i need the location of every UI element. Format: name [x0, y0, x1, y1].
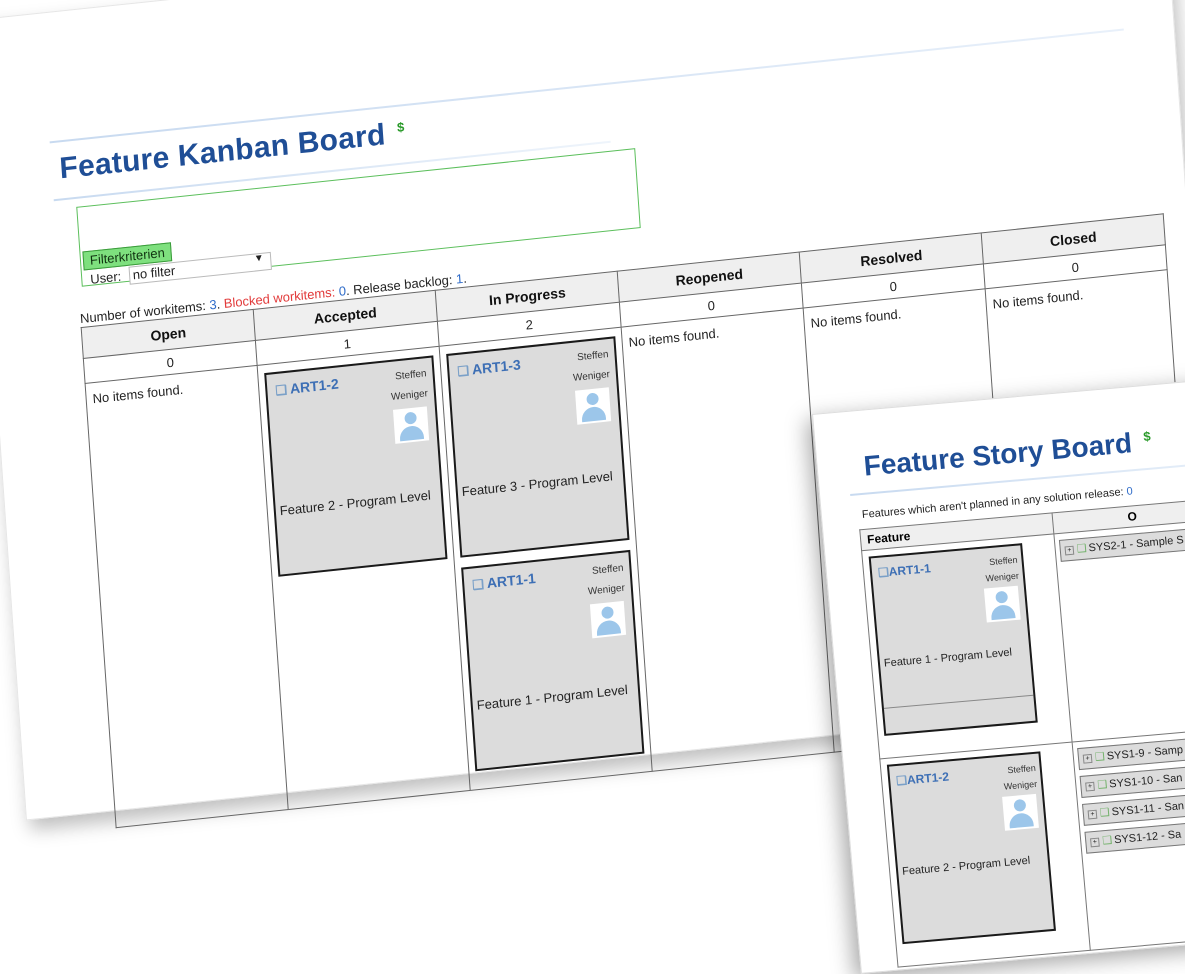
column-accepted: ❑ ART1-2 Steffen Weniger Feature 2 - Progr…: [257, 346, 471, 810]
empty-message: No items found.: [628, 325, 720, 350]
column-reopened: No items found.: [621, 307, 835, 772]
page-title-text: Feature Kanban Board: [58, 118, 387, 186]
stories-cell: + ❑SYS2-1 - Sample S: [1053, 520, 1185, 743]
feature-card[interactable]: ❑ART1-2 SteffenWeniger Feature 2 - Progr…: [264, 355, 448, 577]
avatar-icon: [574, 387, 612, 425]
cube-icon: ❑: [456, 362, 470, 379]
card-id[interactable]: ❑ART1-2: [275, 375, 340, 399]
empty-message: No items found.: [992, 287, 1084, 312]
cube-icon: ❑: [274, 381, 288, 399]
expand-icon[interactable]: +: [1082, 753, 1093, 764]
user-filter-value: no filter: [132, 262, 176, 283]
avatar-icon: [392, 406, 430, 444]
feature-card[interactable]: ❑ART1-1 SteffenWeniger Feature 1 - Progr…: [461, 549, 645, 772]
header-divider: [49, 28, 1124, 144]
story-board-page: Feature Story Board $ Features which aren…: [812, 368, 1185, 974]
card-owner: Steffen Weniger: [587, 562, 626, 598]
feature-cell: ❑ART1-2 Steffen Weniger Feature 2 - Progr…: [879, 742, 1091, 968]
cube-icon: ❑: [1096, 778, 1108, 792]
avatar-icon: [589, 600, 627, 639]
feature-cell: ❑ART1-1 Steffen Weniger Feature 1 - Progr…: [861, 533, 1073, 759]
card-owner: Steffen Weniger: [985, 554, 1020, 584]
refresh-icon[interactable]: $: [396, 119, 405, 135]
card-id[interactable]: ❑ART1-2: [896, 769, 950, 788]
unplanned-count-link[interactable]: 0: [1126, 485, 1133, 497]
expand-icon[interactable]: +: [1064, 545, 1075, 556]
story-item[interactable]: + ❑SYS2-1 - Sample S: [1058, 526, 1185, 562]
avatar-icon: [983, 585, 1021, 623]
empty-message: No items found.: [92, 381, 184, 407]
column-in-progress: ❑ ART1-3 Steffen Weniger Feature 3 - Progr…: [439, 327, 653, 791]
user-filter-label: User:: [89, 268, 122, 287]
card-title: Feature 2 - Program Level: [279, 487, 432, 519]
story-item[interactable]: + ❑SYS1-9 - Samp: [1077, 735, 1185, 771]
card-title: Feature 1 - Program Level: [476, 681, 629, 713]
feature-card[interactable]: ❑ ART1-3 Steffen Weniger Feature 3 - Progr…: [446, 336, 630, 558]
expand-icon[interactable]: +: [1090, 837, 1100, 847]
card-id[interactable]: ❑ART1-1: [472, 570, 537, 594]
feature-card[interactable]: ❑ART1-2 SteffenWeniger Feature 2 - Progr…: [886, 751, 1056, 945]
expand-icon[interactable]: +: [1085, 781, 1095, 792]
card-owner: Steffen Weniger: [572, 349, 611, 384]
cube-icon: ❑: [1101, 834, 1113, 848]
cube-icon: ❑: [1099, 806, 1111, 820]
story-board-title: Feature Story Board $: [862, 426, 1152, 483]
expand-icon[interactable]: +: [1087, 809, 1098, 820]
card-divider: [883, 694, 1034, 709]
card-title: Feature 1 - Program Level: [883, 646, 1013, 670]
card-owner: Steffen Weniger: [1003, 762, 1038, 792]
refresh-icon[interactable]: $: [1143, 428, 1152, 444]
stories-cell: + ❑SYS1-9 - Samp + ❑SYS1-10 - San + ❑SYS1-1…: [1072, 728, 1185, 951]
avatar-icon: [1002, 793, 1039, 831]
cube-icon: ❑: [1094, 750, 1106, 764]
card-owner: Steffen Weniger: [390, 368, 429, 404]
feature-card[interactable]: ❑ART1-1 SteffenWeniger Feature 1 - Progr…: [868, 543, 1038, 736]
cube-icon: ❑: [1076, 542, 1088, 556]
cube-icon: ❑: [471, 576, 485, 593]
column-open: No items found.: [85, 365, 289, 828]
chevron-down-icon: ▼: [253, 252, 265, 265]
empty-message: No items found.: [810, 306, 902, 331]
story-table: Feature O ❑ART1-1 Steffen Weniger Feature…: [859, 499, 1185, 968]
card-title: Feature 2 - Program Level: [901, 854, 1031, 878]
card-id[interactable]: ❑ ART1-3: [457, 356, 522, 380]
page-title: Feature Kanban Board $: [58, 116, 406, 186]
card-id[interactable]: ❑ART1-1: [877, 561, 931, 580]
card-title: Feature 3 - Program Level: [461, 468, 614, 500]
